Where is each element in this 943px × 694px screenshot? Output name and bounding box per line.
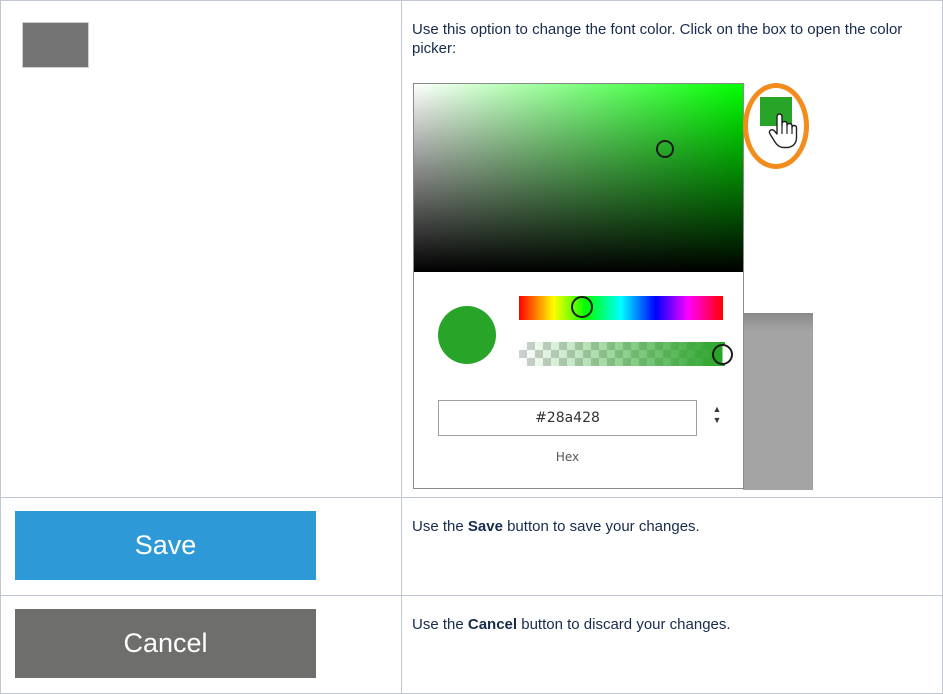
color-preview (438, 306, 496, 364)
save-description-prefix: Use the (412, 518, 468, 535)
font-color-description: Use this option to change the font color… (412, 21, 903, 57)
cancel-description-suffix: button to discard your changes. (517, 616, 731, 633)
cancel-description-bold: Cancel (467, 616, 518, 633)
font-color-description-cell: Use this option to change the font color… (401, 0, 943, 498)
options-table: Use this option to change the font color… (0, 0, 943, 694)
saturation-cursor[interactable] (656, 140, 674, 158)
color-picker-illustration: #28a428 ▲ ▼ Hex (413, 83, 813, 490)
stepper-icon[interactable]: ▲ ▼ (710, 404, 724, 432)
save-description-bold: Save (467, 518, 503, 535)
hand-pointer-icon (768, 113, 798, 149)
hue-slider-handle[interactable] (571, 296, 593, 318)
cancel-description: Use the Cancel button to discard your ch… (402, 596, 942, 634)
font-color-cell (0, 0, 402, 498)
background-panel (743, 313, 813, 490)
hex-input[interactable]: #28a428 (438, 400, 697, 436)
cancel-cell: Cancel (0, 595, 402, 694)
saturation-value-area[interactable] (414, 84, 743, 272)
save-description-cell: Use the Save button to save your changes… (401, 497, 943, 596)
cancel-description-prefix: Use the (412, 616, 468, 633)
save-description: Use the Save button to save your changes… (402, 498, 942, 536)
alpha-slider-handle[interactable] (712, 344, 733, 365)
save-button[interactable]: Save (15, 511, 316, 580)
save-description-suffix: button to save your changes. (502, 518, 700, 535)
hue-slider[interactable] (519, 296, 723, 320)
cancel-button[interactable]: Cancel (15, 609, 316, 678)
font-color-swatch[interactable] (22, 22, 89, 68)
color-picker: #28a428 ▲ ▼ Hex (413, 83, 744, 489)
alpha-slider[interactable] (519, 342, 725, 366)
cancel-description-cell: Use the Cancel button to discard your ch… (401, 595, 943, 694)
save-cell: Save (0, 497, 402, 596)
format-label: Hex (555, 450, 580, 464)
